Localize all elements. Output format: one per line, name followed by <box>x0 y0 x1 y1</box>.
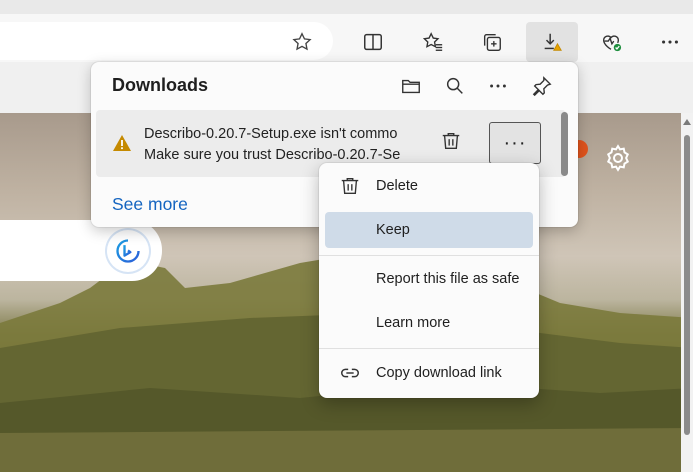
menu-item-label: Report this file as safe <box>376 271 520 287</box>
menu-item-label: Keep <box>376 222 410 238</box>
downloads-scrollbar[interactable] <box>561 112 568 176</box>
split-screen-icon[interactable] <box>352 22 394 62</box>
search-icon[interactable] <box>439 70 471 102</box>
downloads-title: Downloads <box>112 75 209 95</box>
menu-item-keep[interactable]: Keep <box>325 212 533 248</box>
menu-item-learn-more[interactable]: Learn more <box>325 305 533 341</box>
trash-icon <box>442 132 460 150</box>
more-icon[interactable] <box>482 70 514 102</box>
tab-strip <box>0 0 693 14</box>
collections-icon[interactable] <box>471 22 513 62</box>
menu-divider <box>319 255 539 256</box>
pin-icon[interactable] <box>526 70 558 102</box>
download-more-actions-button[interactable]: ··· <box>489 122 541 164</box>
menu-divider <box>319 348 539 349</box>
delete-download-button[interactable] <box>436 126 466 156</box>
open-folder-icon[interactable] <box>395 70 427 102</box>
menu-item-report-safe[interactable]: Report this file as safe <box>325 261 533 297</box>
bing-chat-icon[interactable] <box>107 230 149 272</box>
link-icon <box>341 368 359 378</box>
favorite-star-icon[interactable] <box>281 22 323 62</box>
warning-icon <box>113 135 131 151</box>
favorites-icon[interactable] <box>412 22 454 62</box>
menu-item-label: Delete <box>376 178 418 194</box>
download-context-menu: Delete Keep Report this file as safe Lea… <box>319 163 539 398</box>
downloads-warning-icon[interactable] <box>526 22 578 62</box>
download-warning-text: Describo-0.20.7-Setup.exe isn't commo <box>144 126 398 142</box>
menu-item-label: Learn more <box>376 315 451 331</box>
menu-item-copy-link[interactable]: Copy download link <box>325 355 533 391</box>
page-scrollbar-thumb[interactable] <box>684 135 690 435</box>
download-trust-text: Make sure you trust Describo-0.20.7-Se <box>144 147 401 163</box>
menu-item-label: Copy download link <box>376 365 502 381</box>
see-more-link[interactable]: See more <box>112 194 188 215</box>
scroll-up-arrow-icon[interactable] <box>683 119 691 125</box>
browser-essentials-icon[interactable] <box>590 22 632 62</box>
browser-toolbar <box>0 0 693 62</box>
more-options-icon[interactable] <box>649 22 691 62</box>
page-scrollbar[interactable] <box>681 113 693 472</box>
menu-item-delete[interactable]: Delete <box>325 168 533 204</box>
settings-gear-icon[interactable] <box>603 143 633 173</box>
trash-icon <box>341 177 359 195</box>
